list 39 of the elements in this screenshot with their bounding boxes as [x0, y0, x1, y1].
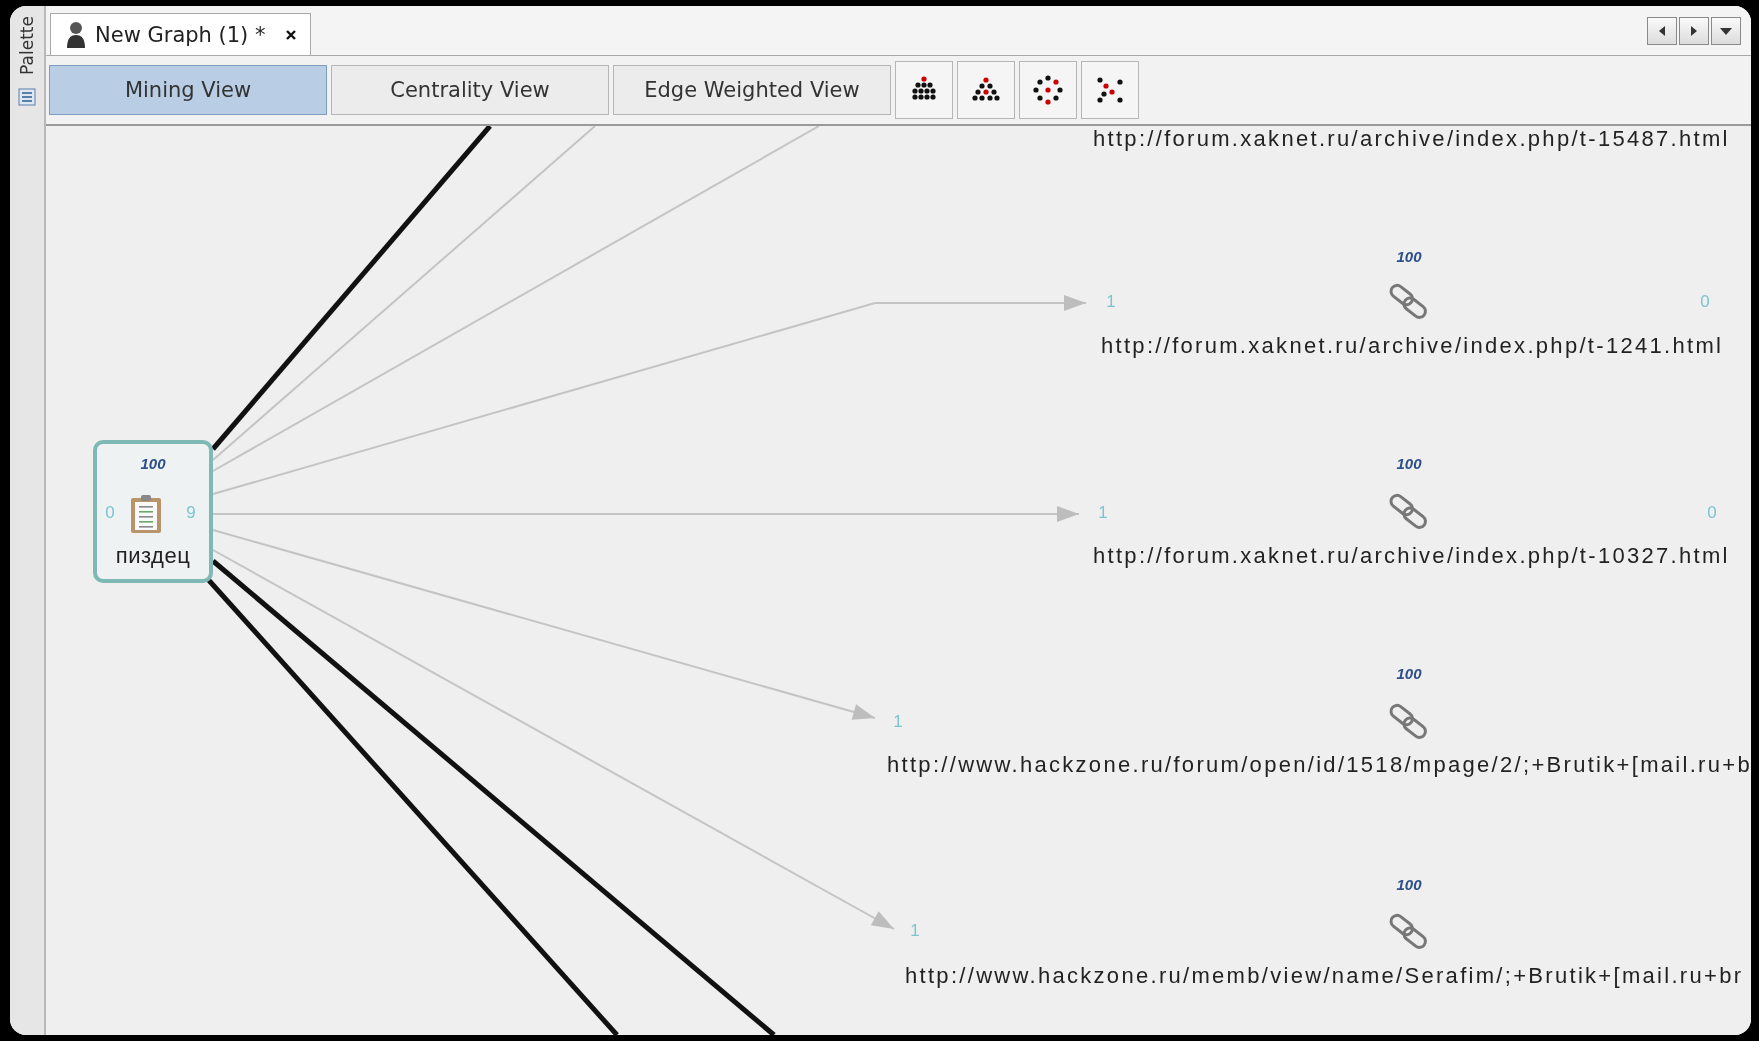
incoming-count: 1: [1098, 503, 1108, 523]
graph-tab[interactable]: New Graph (1) *: [50, 13, 311, 55]
scroll-right-button[interactable]: [1679, 16, 1709, 45]
weight-label: 100: [1396, 876, 1422, 893]
circle-dots-icon: [1032, 74, 1064, 106]
node-label: http://forum.xaknet.ru/archive/index.php/t-10327.html: [1093, 543, 1730, 569]
clipboard-icon: [130, 494, 162, 534]
outgoing-count: 9: [186, 503, 196, 523]
incoming-count: 0: [105, 503, 115, 523]
node-label: http://forum.xaknet.ru/archive/index.php/t-15487.html: [1093, 126, 1730, 152]
view-tab[interactable]: Mining View: [49, 65, 327, 115]
outgoing-count: 0: [1700, 292, 1710, 312]
weight-label: 100: [140, 455, 166, 472]
network-dots-icon: [1094, 74, 1126, 106]
palette-tab[interactable]: Palette: [17, 10, 37, 81]
weight-label: 100: [1396, 455, 1422, 472]
node-label: http://www.hackzone.ru/memb/view/name/Serafim/;+Brutik+[mail.ru+br: [905, 963, 1744, 989]
entity-node[interactable]: [93, 440, 213, 583]
incoming-count: 1: [910, 921, 920, 941]
outgoing-count: 0: [1707, 503, 1717, 523]
incoming-count: 1: [1106, 292, 1116, 312]
close-icon[interactable]: [283, 27, 298, 42]
incoming-count: 1: [893, 712, 903, 732]
tab-title: New Graph (1) *: [95, 22, 266, 47]
layout-button[interactable]: [1081, 61, 1139, 119]
node-label: http://forum.xaknet.ru/archive/index.php/t-1241.html: [1101, 333, 1724, 359]
list-icon[interactable]: [17, 86, 37, 107]
view-tab[interactable]: Edge Weighted View: [613, 65, 891, 115]
layout-button[interactable]: [895, 61, 953, 119]
layout-button[interactable]: [957, 61, 1015, 119]
view-tab[interactable]: Centrality View: [331, 65, 609, 115]
node-label: пиздец: [115, 543, 191, 569]
weight-label: 100: [1396, 665, 1422, 682]
tab-list-button[interactable]: [1711, 16, 1741, 45]
person-icon: [65, 20, 87, 49]
scroll-left-button[interactable]: [1647, 16, 1677, 45]
layout-button[interactable]: [1019, 61, 1077, 119]
node-label: http://www.hackzone.ru/forum/open/id/1518/mpage/2/;+Brutik+[mail.ru+b: [887, 752, 1751, 778]
weight-label: 100: [1396, 248, 1422, 265]
